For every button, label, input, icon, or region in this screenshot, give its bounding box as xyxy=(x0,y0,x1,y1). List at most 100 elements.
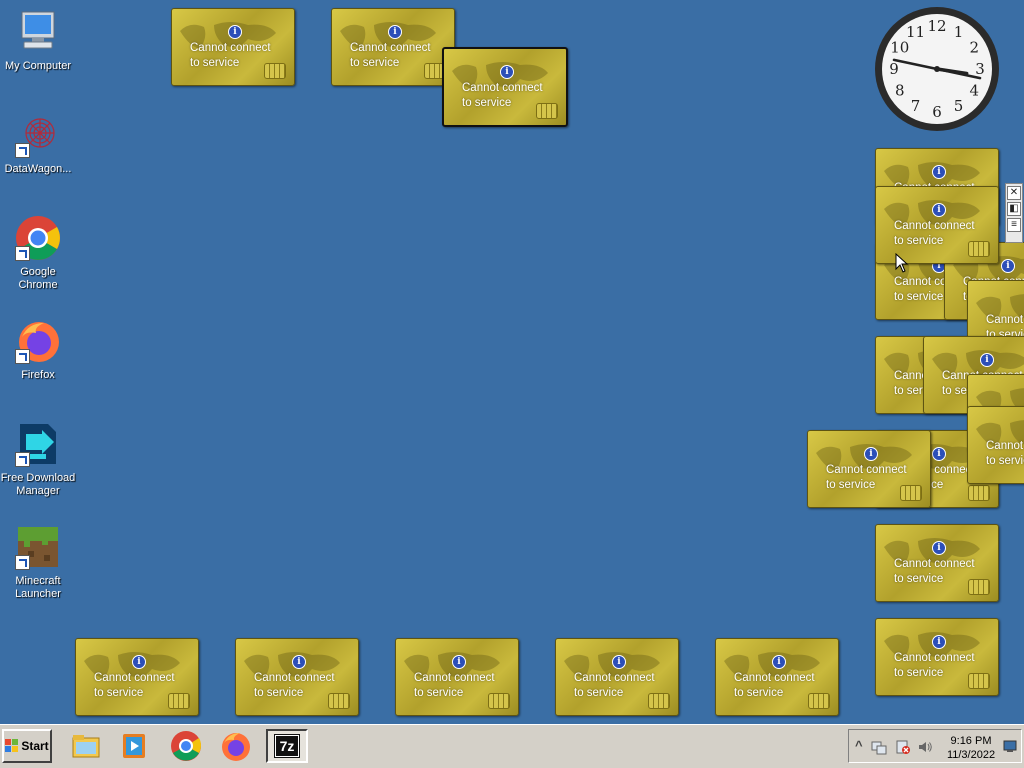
clock-number: 12 xyxy=(927,17,946,35)
currency-gadget-card[interactable]: i Cannot connectto service xyxy=(395,638,519,716)
gadget-message: Cannot connectto service xyxy=(986,440,1024,467)
desktop-icon-free-download-manager[interactable]: Free Download Manager xyxy=(0,420,76,498)
firefox-icon xyxy=(14,317,62,365)
info-icon[interactable]: i xyxy=(980,353,994,367)
card-chip-icon xyxy=(648,693,670,709)
currency-gadget-card[interactable]: iCannot connectto service xyxy=(235,638,359,716)
currency-gadget-card[interactable]: iCannot connectto service xyxy=(442,47,568,127)
card-chip-icon xyxy=(168,693,190,709)
gadget-message: Cannot connectto service xyxy=(574,672,655,699)
action-center-warning-icon[interactable] xyxy=(895,739,911,755)
minecraft-icon xyxy=(14,523,62,571)
desktop-icon-label: Google Chrome xyxy=(18,266,58,291)
tray-date: 11/3/2022 xyxy=(946,749,996,761)
info-icon[interactable]: i xyxy=(932,541,946,555)
desktop-icon-label: Free Download Manager xyxy=(0,472,76,497)
start-label: Start xyxy=(21,739,49,753)
clock-number: 7 xyxy=(911,97,921,115)
gadget-message: Cannot connectto service xyxy=(350,42,431,69)
clock-number: 8 xyxy=(895,82,905,100)
media-player-icon[interactable] xyxy=(117,729,151,763)
desktop-icon-label: DataWagon... xyxy=(4,163,72,175)
info-icon[interactable]: i xyxy=(500,65,514,79)
currency-gadget-card[interactable]: iCannot connectto service xyxy=(875,524,999,602)
gadget-message: Cannot connectto service xyxy=(94,672,175,699)
shortcut-arrow-icon xyxy=(15,246,30,261)
card-chip-icon xyxy=(968,673,990,689)
gadget-controls: ✕ ◧ ≡ xyxy=(1005,183,1023,243)
info-icon[interactable]: i xyxy=(132,655,146,669)
info-icon[interactable]: i xyxy=(932,203,946,217)
currency-gadget-card[interactable]: iCannot connectto service xyxy=(967,406,1024,484)
start-button[interactable]: Start xyxy=(2,729,52,763)
options-icon[interactable]: ◧ xyxy=(1007,202,1021,216)
7zip-icon: 7z xyxy=(273,734,301,758)
clock-gadget[interactable]: 12 12 3 45678 9 1011 xyxy=(874,6,1000,132)
info-icon[interactable]: i xyxy=(1001,259,1015,273)
desktop-icon-my-computer[interactable]: My Computer xyxy=(0,8,76,73)
currency-gadget-card[interactable]: i Cannot connectto service xyxy=(75,638,199,716)
desktop-icon-label: Firefox xyxy=(21,369,55,381)
clock-display[interactable]: 9:16 PM 11/3/2022 xyxy=(941,734,1001,762)
system-tray: ^ 9:16 PM 11/3/2022 xyxy=(848,729,1022,763)
info-icon[interactable]: i xyxy=(292,655,306,669)
shortcut-arrow-icon xyxy=(15,452,30,467)
computer-icon xyxy=(14,8,62,56)
clock-number: 3 xyxy=(975,60,985,78)
card-chip-icon xyxy=(900,485,922,501)
explorer-icon[interactable] xyxy=(69,729,103,763)
currency-gadget-card[interactable]: i Cannot connectto service xyxy=(807,430,931,508)
info-icon[interactable]: i xyxy=(612,655,626,669)
chrome-icon xyxy=(14,214,62,262)
currency-gadget-card[interactable]: iCannot connectto service xyxy=(171,8,295,86)
info-icon[interactable]: i xyxy=(932,165,946,179)
info-icon[interactable]: i xyxy=(864,447,878,461)
clock-number: 5 xyxy=(954,97,964,115)
info-icon[interactable]: i xyxy=(932,447,946,461)
show-desktop-icon[interactable] xyxy=(1003,739,1017,753)
desktop-icon-chrome[interactable]: Google Chrome xyxy=(0,214,76,292)
firefox-icon[interactable] xyxy=(219,729,253,763)
info-icon[interactable]: i xyxy=(772,655,786,669)
desktop: My Computer DataWagon... Google Chrome F… xyxy=(0,0,1024,724)
taskbar: Start 7z ^ 9:16 PM 11/3/2022 xyxy=(0,724,1024,768)
gadget-message: Cannot connectto service xyxy=(826,464,907,491)
gadget-message: Cannot connectto service xyxy=(894,220,975,247)
gadget-message: Cannot connectto service xyxy=(894,652,975,679)
desktop-icon-label: Minecraft Launcher xyxy=(15,575,61,600)
card-chip-icon xyxy=(328,693,350,709)
windows-logo-icon xyxy=(5,739,19,752)
desktop-icon-datawagon[interactable]: DataWagon... xyxy=(0,111,76,176)
shortcut-arrow-icon xyxy=(15,555,30,570)
shortcut-arrow-icon xyxy=(15,143,30,158)
show-hidden-icons-button[interactable]: ^ xyxy=(855,738,863,753)
gadget-message: Cannot connectto service xyxy=(734,672,815,699)
gadget-message: Cannot connectto service xyxy=(414,672,495,699)
mouse-cursor-icon xyxy=(895,253,909,273)
currency-gadget-card[interactable]: i Cannot connectto service xyxy=(875,618,999,696)
clock-number: 1 xyxy=(954,23,964,41)
desktop-icon-firefox[interactable]: Firefox xyxy=(0,317,76,382)
desktop-icon-label: My Computer xyxy=(4,60,72,72)
close-icon[interactable]: ✕ xyxy=(1007,186,1021,200)
card-chip-icon xyxy=(808,693,830,709)
info-icon[interactable]: i xyxy=(388,25,402,39)
clock-number: 11 xyxy=(906,23,925,41)
info-icon[interactable]: i xyxy=(228,25,242,39)
7zip-taskbar-button[interactable]: 7z xyxy=(266,729,308,763)
currency-gadget-card[interactable]: i Cannot connectto service xyxy=(331,8,455,86)
info-icon[interactable]: i xyxy=(452,655,466,669)
volume-icon[interactable] xyxy=(917,739,933,755)
clock-number: 4 xyxy=(969,82,979,100)
chrome-icon[interactable] xyxy=(169,729,203,763)
currency-gadget-card[interactable]: i Cannot connectto service xyxy=(715,638,839,716)
drag-handle-icon[interactable]: ≡ xyxy=(1007,218,1021,232)
shortcut-arrow-icon xyxy=(15,349,30,364)
clock-number: 10 xyxy=(890,39,909,57)
card-chip-icon xyxy=(264,63,286,79)
desktop-icon-minecraft-launcher[interactable]: Minecraft Launcher xyxy=(0,523,76,601)
currency-gadget-card[interactable]: i Cannot connectto service xyxy=(875,186,999,264)
currency-gadget-card[interactable]: i Cannot connectto service xyxy=(555,638,679,716)
info-icon[interactable]: i xyxy=(932,635,946,649)
network-icon[interactable] xyxy=(871,739,887,755)
